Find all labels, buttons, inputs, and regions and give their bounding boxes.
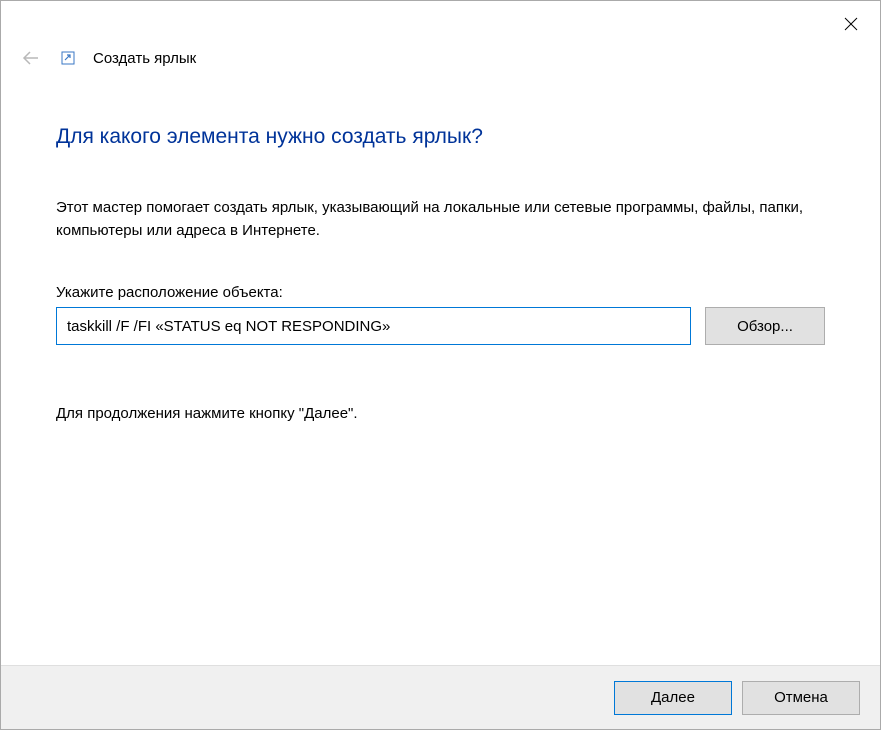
continue-hint: Для продолжения нажмите кнопку "Далее". xyxy=(56,405,825,422)
back-button[interactable] xyxy=(19,46,43,70)
wizard-content: Для какого элемента нужно создать ярлык?… xyxy=(1,73,880,422)
location-row: Обзор... xyxy=(56,307,825,345)
close-icon xyxy=(844,17,858,31)
wizard-footer: Далее Отмена xyxy=(1,665,880,729)
browse-button[interactable]: Обзор... xyxy=(705,307,825,345)
wizard-title: Создать ярлык xyxy=(93,50,196,67)
titlebar xyxy=(1,1,880,43)
close-button[interactable] xyxy=(836,9,866,39)
next-button[interactable]: Далее xyxy=(614,681,732,715)
back-arrow-icon xyxy=(21,48,41,68)
shortcut-icon xyxy=(61,51,75,65)
location-label: Укажите расположение объекта: xyxy=(56,284,825,301)
cancel-button[interactable]: Отмена xyxy=(742,681,860,715)
location-input[interactable] xyxy=(56,307,691,345)
wizard-header: Создать ярлык xyxy=(1,43,880,73)
wizard-description: Этот мастер помогает создать ярлык, указ… xyxy=(56,197,825,242)
page-heading: Для какого элемента нужно создать ярлык? xyxy=(56,125,825,149)
